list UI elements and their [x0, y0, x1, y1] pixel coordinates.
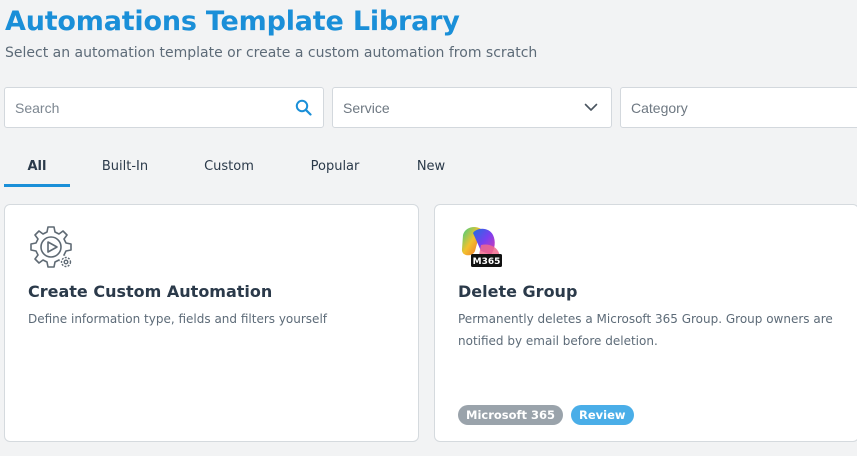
chevron-down-icon[interactable]: [581, 98, 601, 118]
service-select[interactable]: Service: [332, 87, 612, 128]
automations-page: Automations Template Library Select an a…: [0, 0, 857, 456]
badge-list: Microsoft 365 Review: [458, 405, 634, 425]
m365-logo-text: M365: [473, 257, 501, 267]
service-badge: Microsoft 365: [458, 405, 564, 425]
tab-built-in[interactable]: Built-In: [70, 145, 180, 187]
card-title: Delete Group: [458, 282, 578, 301]
card-title: Create Custom Automation: [28, 282, 273, 301]
search-icon[interactable]: [293, 98, 313, 118]
m365-logo: M365: [457, 223, 505, 271]
page-subtitle: Select an automation template or create …: [5, 45, 538, 61]
delete-group-card[interactable]: M365 Delete Group Permanently deletes a …: [434, 204, 857, 442]
tab-popular[interactable]: Popular: [278, 145, 392, 187]
service-select-placeholder: Service: [343, 99, 390, 116]
gear-play-icon: [27, 223, 75, 271]
tab-custom[interactable]: Custom: [180, 145, 278, 187]
card-description: Permanently deletes a Microsoft 365 Grou…: [458, 312, 833, 348]
create-custom-automation-card[interactable]: Create Custom Automation Define informat…: [4, 204, 419, 442]
category-select-placeholder: Category: [631, 99, 688, 116]
search-input[interactable]: [5, 99, 293, 116]
tab-new[interactable]: New: [392, 145, 470, 187]
tab-all[interactable]: All: [4, 145, 70, 187]
category-select[interactable]: Category: [620, 87, 857, 128]
template-tabs: All Built-In Custom Popular New: [4, 145, 470, 187]
review-badge: Review: [571, 405, 634, 425]
search-field: [4, 87, 324, 128]
page-title: Automations Template Library: [5, 6, 460, 37]
card-description: Define information type, fields and filt…: [28, 312, 327, 326]
